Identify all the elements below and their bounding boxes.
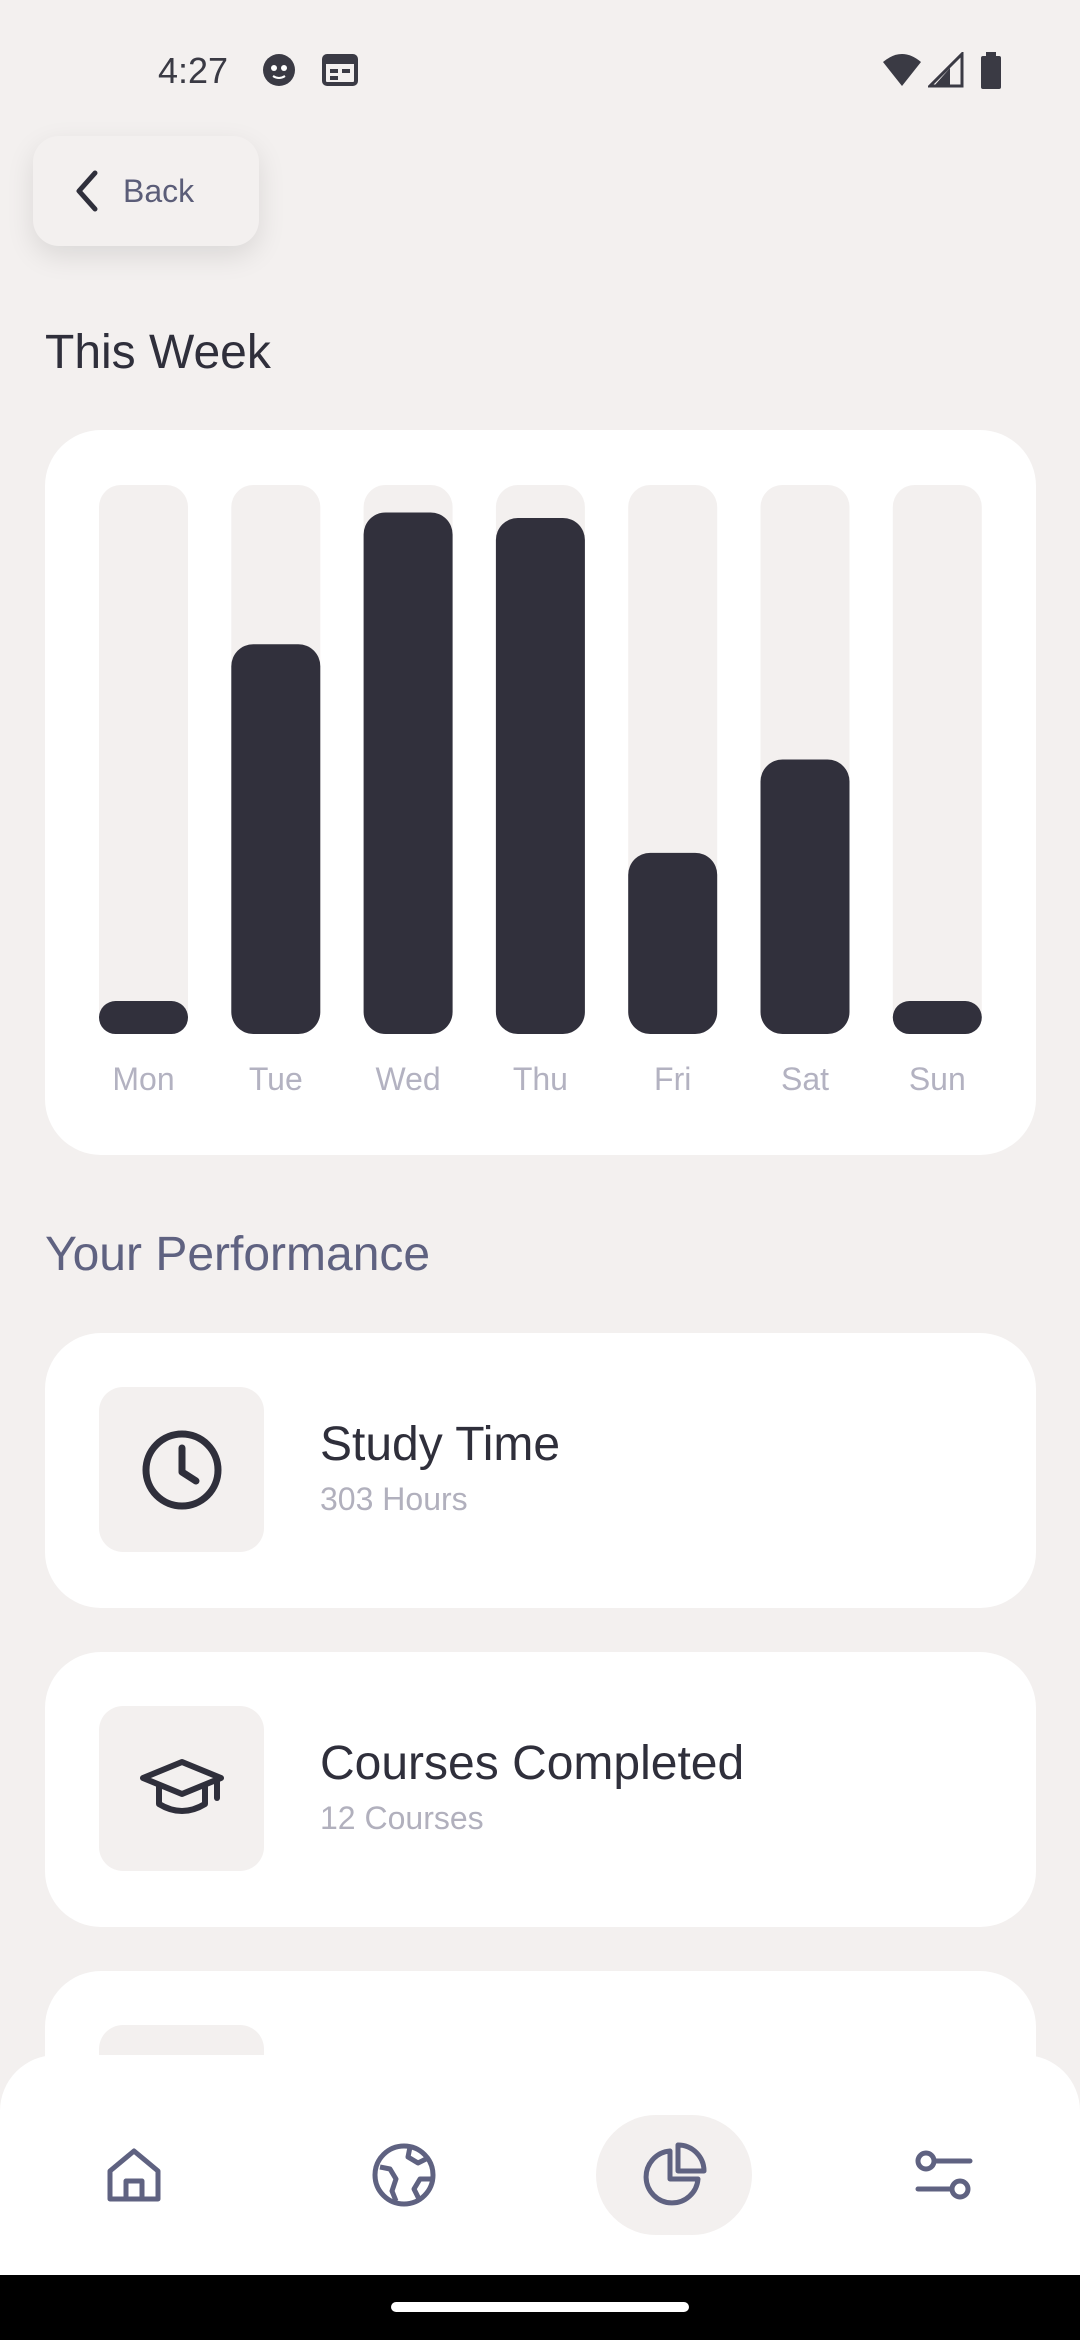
graduation-cap-icon [139, 1758, 224, 1814]
nav-stats[interactable] [596, 2115, 752, 2235]
back-button[interactable]: Back [33, 136, 259, 246]
globe-icon [372, 2143, 436, 2207]
status-time: 4:27 [158, 50, 229, 91]
nav-home[interactable] [56, 2115, 212, 2235]
clock-icon [142, 1430, 221, 1509]
back-label: Back [123, 172, 195, 209]
study-time-card[interactable]: Study Time 303 Hours [45, 1333, 1036, 1608]
bar-track-mon [99, 485, 188, 1034]
battery-icon [981, 52, 1001, 89]
stat-value: 303 Hours [320, 1481, 468, 1517]
weekly-bar-chart: Mon Tue Wed Thu Fri Sat Sun [99, 485, 982, 1097]
day-label-wed: Wed [375, 1061, 440, 1097]
bar-thu[interactable] [495, 517, 585, 1034]
courses-completed-card[interactable]: Courses Completed 12 Courses [45, 1652, 1036, 1927]
stat-title: Courses Completed [320, 1737, 745, 1790]
pie-chart-icon [643, 2142, 707, 2206]
bar-mon[interactable] [99, 1001, 188, 1034]
day-label-sun: Sun [909, 1061, 966, 1097]
day-label-mon: Mon [112, 1061, 174, 1097]
chevron-left-icon [76, 170, 98, 212]
status-bar: 4:27 [0, 0, 1080, 140]
day-label-fri: Fri [654, 1061, 691, 1097]
bar-fri[interactable] [628, 852, 718, 1034]
week-title: This Week [45, 326, 271, 379]
stat-title: Study Time [320, 1418, 561, 1471]
signal-icon [928, 52, 964, 88]
courses-icon-box [99, 1706, 264, 1871]
weekly-chart-card: Mon Tue Wed Thu Fri Sat Sun [45, 430, 1036, 1155]
bar-wed[interactable] [363, 512, 453, 1034]
day-label-thu: Thu [513, 1061, 568, 1097]
day-label-sat: Sat [781, 1061, 829, 1097]
performance-title: Your Performance [45, 1228, 431, 1281]
nav-settings[interactable] [866, 2115, 1022, 2235]
nav-explore[interactable] [326, 2115, 482, 2235]
calendar-notification-icon [322, 54, 358, 86]
home-icon [107, 2148, 161, 2202]
bar-track-sun [892, 485, 982, 1034]
stat-value: 12 Courses [320, 1800, 484, 1836]
bar-sun[interactable] [892, 1001, 982, 1034]
face-notification-icon [263, 54, 295, 86]
home-gesture-handle[interactable] [391, 2302, 689, 2312]
wifi-icon [883, 54, 921, 86]
study-time-icon-box [99, 1387, 264, 1552]
bar-sat[interactable] [760, 759, 850, 1035]
day-label-tue: Tue [249, 1061, 303, 1097]
sliders-icon [915, 2150, 973, 2200]
bar-tue[interactable] [231, 644, 321, 1034]
bottom-navigation [0, 2055, 1080, 2275]
